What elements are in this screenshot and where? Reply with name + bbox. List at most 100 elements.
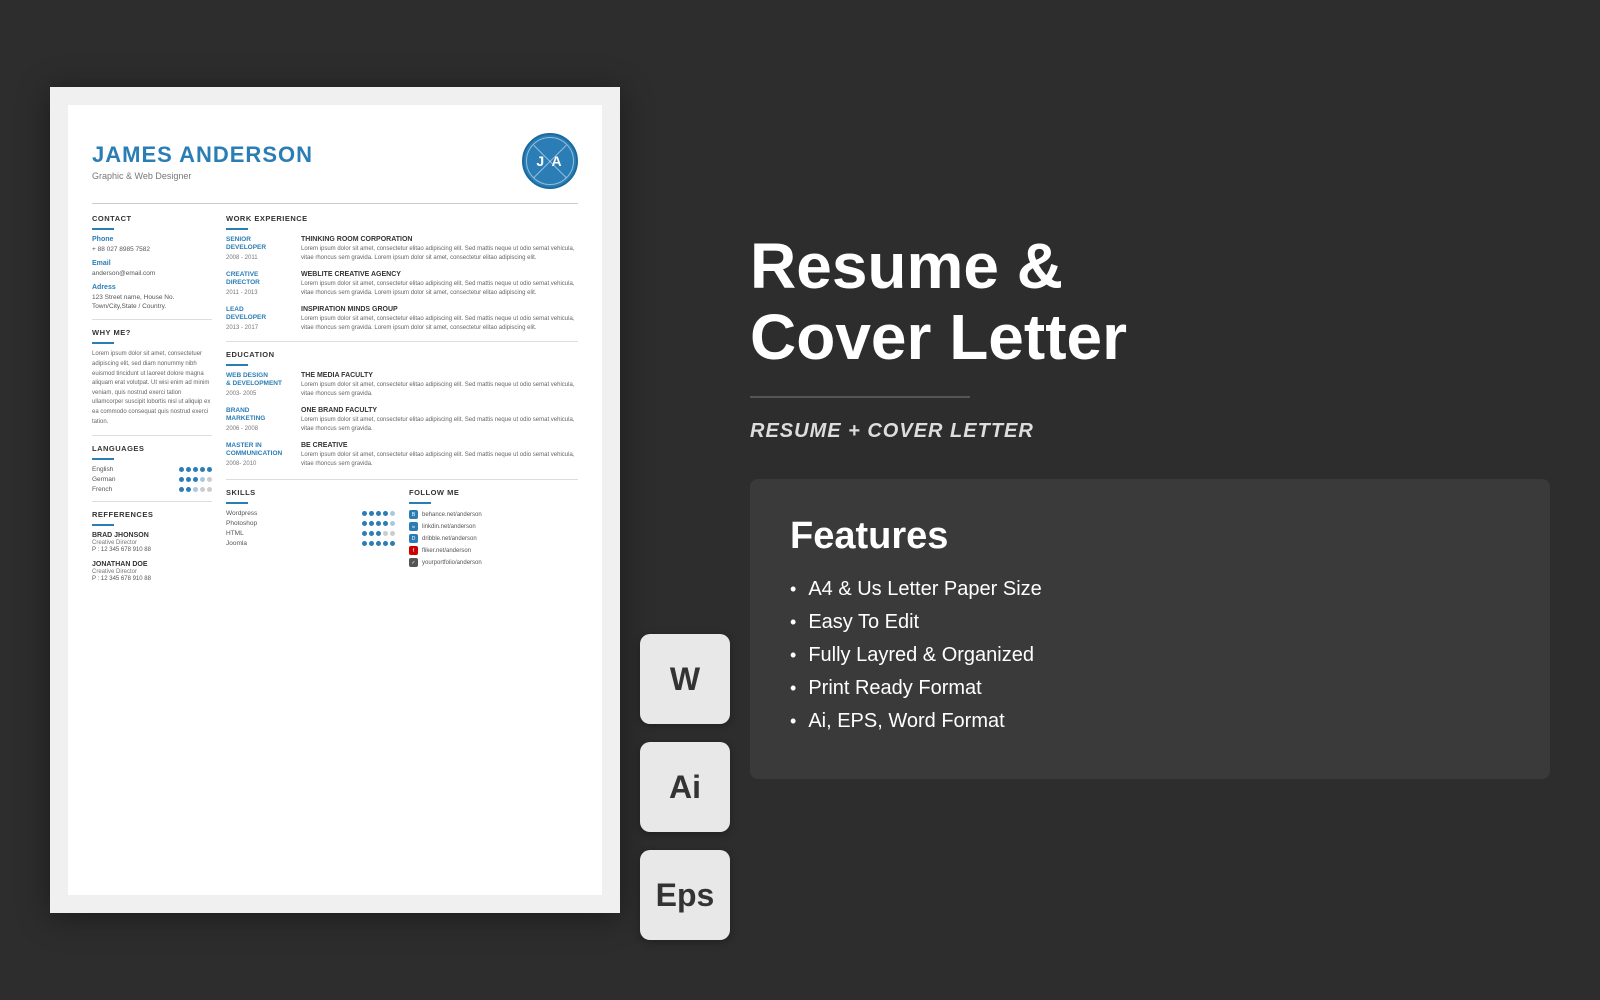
- dot: [376, 541, 381, 546]
- ref-2: JONATHAN DOE Creative Director P : 12 34…: [92, 561, 212, 582]
- ai-label: Ai: [669, 769, 701, 806]
- why-me-bar: [92, 342, 114, 344]
- work-left-1: SENIORDEVELOPER 2008 - 2011: [226, 236, 291, 263]
- dot: [207, 487, 212, 492]
- dot: [207, 467, 212, 472]
- why-me-text: Lorem ipsum dolor sit amet, consectetuer…: [92, 350, 212, 427]
- dot: [207, 477, 212, 482]
- work-divider: [226, 341, 578, 342]
- edu-detail-3: BE CREATIVE Lorem ipsum dolor sit amet, …: [301, 442, 578, 469]
- follow-bar: [409, 502, 431, 504]
- dot: [369, 531, 374, 536]
- dot: [383, 531, 388, 536]
- edu-left-2: BRANDMARKETING 2006 - 2008: [226, 407, 291, 434]
- dot: [179, 487, 184, 492]
- lang-german-dots: [179, 477, 212, 482]
- word-label: W: [670, 661, 700, 698]
- edu-left-3: MASTER INCOMMUNICATION 2008- 2010: [226, 442, 291, 469]
- ref2-contact: P : 12 345 678 910 88: [92, 576, 212, 582]
- why-me-divider: [92, 435, 212, 436]
- why-me-title: WHY ME?: [92, 328, 212, 337]
- resume-left-column: CONTACT Phone + 88 027 8985 7582 Email a…: [92, 214, 212, 582]
- ref1-contact: P : 12 345 678 910 88: [92, 547, 212, 553]
- contact-divider: [92, 319, 212, 320]
- main-heading: Resume & Cover Letter: [750, 231, 1550, 372]
- dot: [383, 541, 388, 546]
- work-years-1: 2008 - 2011: [226, 255, 291, 261]
- contact-phone-label: Phone: [92, 236, 212, 243]
- resume-logo: J A: [522, 133, 578, 189]
- dot: [362, 541, 367, 546]
- follow-title: FOLLOW ME: [409, 488, 578, 497]
- edu-detail-2: ONE BRAND FACULTY Lorem ipsum dolor sit …: [301, 407, 578, 434]
- flickr-icon: f: [409, 546, 418, 555]
- work-position-1: SENIORDEVELOPER: [226, 236, 291, 253]
- dot: [362, 511, 367, 516]
- edu-desc-2: Lorem ipsum dolor sit amet, consectetur …: [301, 416, 578, 434]
- work-desc-3: Lorem ipsum dolor sit amet, consectetur …: [301, 315, 578, 333]
- skill-dots-joomla: [362, 541, 395, 546]
- skill-name-photoshop: Photoshop: [226, 520, 257, 527]
- work-position-3: LEADDEVELOPER: [226, 306, 291, 323]
- lang-german: German: [92, 476, 115, 483]
- skills-bar: [226, 502, 248, 504]
- work-exp-title: WORK EXPERIENCE: [226, 214, 578, 223]
- eps-label: Eps: [656, 877, 715, 914]
- languages-bar: [92, 458, 114, 460]
- edu-item-2: BRANDMARKETING 2006 - 2008 ONE BRAND FAC…: [226, 407, 578, 434]
- edu-position-1: WEB DESIGN& DEVELOPMENT: [226, 372, 291, 389]
- bullet-1: •: [790, 579, 796, 600]
- resume-preview: JAMES ANDERSON Graphic & Web Designer J …: [50, 87, 620, 913]
- dot: [383, 511, 388, 516]
- skill-wordpress: Wordpress: [226, 510, 395, 517]
- edu-position-3: MASTER INCOMMUNICATION: [226, 442, 291, 459]
- features-box: Features • A4 & Us Letter Paper Size • E…: [750, 479, 1550, 779]
- follow-section: FOLLOW ME B behance.net/anderson in link…: [409, 488, 578, 570]
- dot: [362, 531, 367, 536]
- work-detail-3: INSPIRATION MINDS GROUP Lorem ipsum dolo…: [301, 306, 578, 333]
- dot: [383, 521, 388, 526]
- edu-desc-3: Lorem ipsum dolor sit amet, consectetur …: [301, 451, 578, 469]
- dot: [369, 511, 374, 516]
- bottom-section: SKILLS Wordpress: [226, 479, 578, 570]
- skills-section: SKILLS Wordpress: [226, 488, 395, 570]
- ref1-title: Creative Director: [92, 540, 212, 546]
- languages-title: LANGUAGES: [92, 444, 212, 453]
- edu-position-2: BRANDMARKETING: [226, 407, 291, 424]
- dot: [186, 477, 191, 482]
- bullet-3: •: [790, 645, 796, 666]
- edu-left-1: WEB DESIGN& DEVELOPMENT 2003- 2005: [226, 372, 291, 399]
- follow-flickr-link: fliker.net/anderson: [422, 548, 471, 554]
- panel-subtitle: RESUME + COVER LETTER: [750, 420, 1550, 443]
- dot: [193, 477, 198, 482]
- language-row-german: German: [92, 476, 212, 483]
- dot: [390, 531, 395, 536]
- lang-french-dots: [179, 487, 212, 492]
- edu-desc-1: Lorem ipsum dolor sit amet, consectetur …: [301, 381, 578, 399]
- work-company-2: WEBLITE CREATIVE AGENCY: [301, 271, 578, 278]
- follow-dribbble-link: dribble.net/anderson: [422, 536, 477, 542]
- bullet-5: •: [790, 711, 796, 732]
- resume-name: JAMES ANDERSON: [92, 142, 313, 168]
- heading-line1: Resume &: [750, 230, 1063, 302]
- panel-divider: [750, 396, 970, 398]
- resume-header: JAMES ANDERSON Graphic & Web Designer J …: [92, 133, 578, 189]
- edu-years-1: 2003- 2005: [226, 391, 291, 397]
- format-icon-eps: Eps: [640, 850, 730, 940]
- contact-email-label: Email: [92, 260, 212, 267]
- skill-name-html: HTML: [226, 530, 244, 537]
- refs-title: REFFERENCES: [92, 510, 212, 519]
- work-years-3: 2013 - 2017: [226, 325, 291, 331]
- feature-item-5: • Ai, EPS, Word Format: [790, 710, 1510, 733]
- linkedin-icon: in: [409, 522, 418, 531]
- follow-flickr: f fliker.net/anderson: [409, 546, 578, 555]
- skill-dots-wordpress: [362, 511, 395, 516]
- dot: [200, 477, 205, 482]
- language-row-english: English: [92, 466, 212, 473]
- resume-document: JAMES ANDERSON Graphic & Web Designer J …: [68, 105, 602, 895]
- contact-email: anderson@email.com: [92, 269, 212, 278]
- skills-title: SKILLS: [226, 488, 395, 497]
- language-row-french: French: [92, 486, 212, 493]
- feature-text-5: Ai, EPS, Word Format: [808, 710, 1004, 733]
- education-bar: [226, 364, 248, 366]
